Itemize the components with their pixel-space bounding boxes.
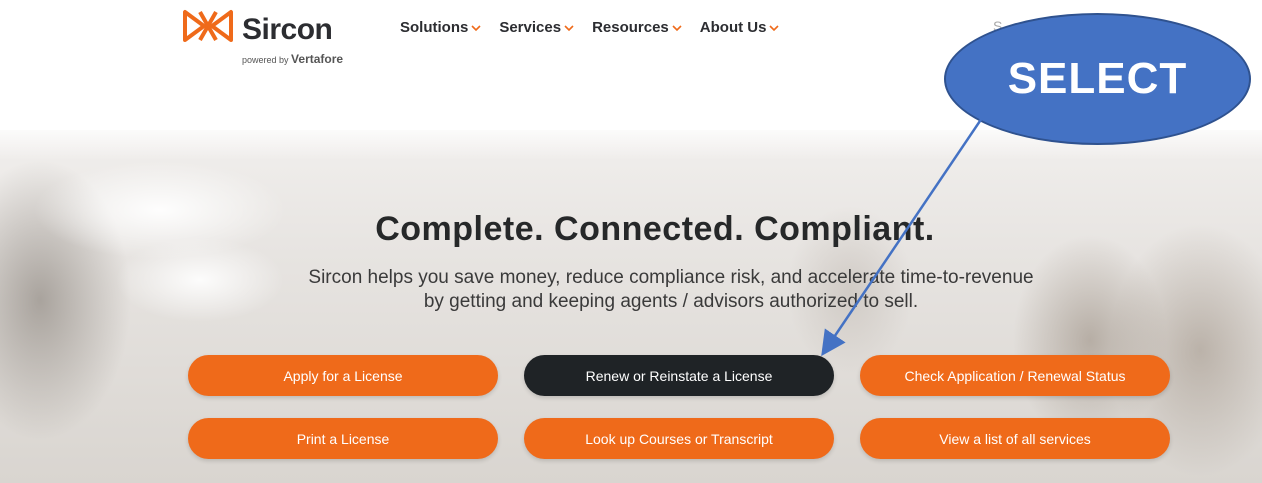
nav-resources-label: Resources — [592, 19, 669, 36]
nav-solutions-label: Solutions — [400, 19, 469, 36]
nav-about-us-label: About Us — [699, 19, 767, 36]
hero-subtext-line-2: by getting and keeping agents / advisors… — [423, 291, 919, 312]
print-license-button[interactable]: Print a License — [188, 418, 498, 459]
chevron-down-icon — [769, 24, 780, 31]
all-services-button[interactable]: View a list of all services — [860, 418, 1170, 459]
select-callout: SELECT — [944, 13, 1251, 145]
select-callout-label: SELECT — [1007, 54, 1188, 103]
nav-about-us[interactable]: About Us — [700, 19, 780, 36]
chevron-down-icon — [471, 24, 481, 31]
hero-subtext: Sircon helps you save money, reduce comp… — [0, 266, 1262, 314]
nav-services[interactable]: Services — [499, 19, 574, 36]
powered-by-brand: Vertafore — [291, 52, 344, 66]
nav-services-label: Services — [499, 19, 562, 36]
check-status-button[interactable]: Check Application / Renewal Status — [860, 355, 1170, 396]
chevron-down-icon — [564, 24, 574, 31]
powered-by: powered by Vertafore — [242, 52, 343, 66]
brand-name: Sircon — [242, 13, 333, 46]
apply-license-button[interactable]: Apply for a License — [188, 355, 498, 396]
renew-license-button[interactable]: Renew or Reinstate a License — [524, 355, 834, 396]
main-nav: Solutions Services Resources About Us — [400, 19, 780, 36]
courses-transcript-button[interactable]: Look up Courses or Transcript — [524, 418, 834, 459]
nav-resources[interactable]: Resources — [592, 19, 682, 36]
nav-solutions[interactable]: Solutions — [400, 19, 481, 36]
hero-subtext-line-1: Sircon helps you save money, reduce comp… — [308, 267, 1034, 288]
sircon-logo-icon — [183, 10, 233, 42]
powered-by-prefix: powered by — [242, 55, 289, 65]
page-headline: Complete. Connected. Compliant. — [375, 210, 935, 248]
chevron-down-icon — [672, 24, 682, 31]
